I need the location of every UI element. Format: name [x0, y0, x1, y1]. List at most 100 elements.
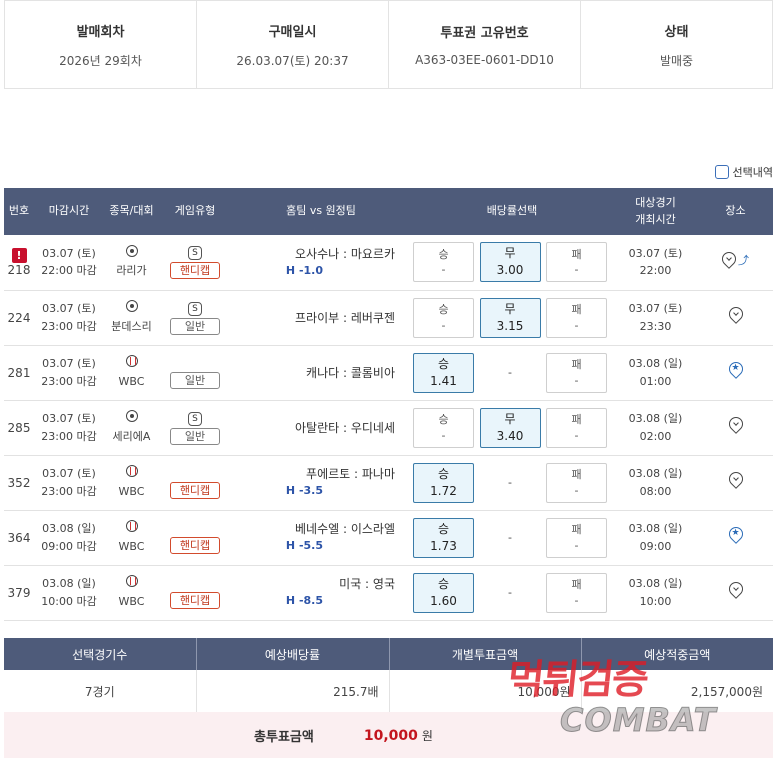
row-game-time: 03.08 (일) 10:00 — [613, 565, 698, 621]
odd-win-value: - — [441, 428, 446, 442]
odd-lose-label: 패 — [571, 468, 582, 482]
odd-draw-empty: - — [508, 586, 512, 599]
row-game-type: 핸디캡 — [159, 455, 231, 511]
trend-icon[interactable]: ⤴ — [738, 252, 749, 268]
odd-win-button[interactable]: 승 1.73 — [413, 517, 474, 558]
odd-win-button[interactable]: 승 - — [413, 242, 474, 283]
info-round-value: 2026년 29회차 — [59, 53, 142, 68]
odd-win-button[interactable]: 승 1.72 — [413, 462, 474, 503]
location-pin-icon[interactable] — [725, 304, 746, 325]
select-history-toggle[interactable]: 선택내역 — [714, 164, 773, 180]
row-close: 23:00 마감 — [41, 484, 97, 498]
total-stake-value: 10,000 — [363, 727, 418, 744]
row-game-time: 03.07 (토) 23:30 — [613, 290, 698, 346]
odd-draw-label: 무 — [504, 301, 516, 316]
odd-lose-value: - — [574, 318, 579, 332]
row-game-type: 핸디캡 — [159, 510, 231, 566]
odd-draw-button[interactable]: 무 3.15 — [479, 297, 541, 338]
location-pin-icon[interactable] — [719, 248, 739, 270]
odd-lose-button[interactable]: 패 - — [546, 572, 607, 613]
info-ticket-id-label: 투표권 고유번호 — [440, 26, 529, 41]
info-purchase-time: 구매일시 26.03.07(토) 20:37 — [197, 1, 389, 88]
odd-win-value: 1.60 — [430, 593, 457, 608]
col-no: 번호 — [4, 188, 34, 235]
special-badge: S — [188, 411, 202, 426]
info-status-label: 상태 — [664, 24, 689, 40]
row-number: 352 — [4, 455, 34, 511]
odd-win-value: 1.41 — [430, 373, 457, 388]
row-sport: WBC — [104, 510, 159, 566]
row-no: 224 — [7, 310, 31, 325]
odd-draw-value: 3.00 — [496, 263, 524, 278]
row-league: 분데스리 — [111, 319, 152, 333]
odd-lose-label: 패 — [571, 358, 582, 372]
warning-icon: ! — [11, 247, 27, 263]
row-date: 03.07 (토) — [42, 301, 96, 315]
odd-win-value: 1.73 — [430, 538, 457, 553]
row-game-time: 03.08 (일) 02:00 — [613, 400, 698, 456]
col-odds: 배당률선택 — [411, 188, 613, 235]
odd-draw-button[interactable]: 무 3.40 — [479, 407, 541, 448]
row-close: 23:00 마감 — [41, 374, 97, 388]
col-game-time: 대상경기 개최시간 — [613, 188, 698, 235]
row-teams: 프라이부 : 레버쿠젠 — [231, 290, 411, 346]
baseball-icon — [125, 574, 138, 587]
row-teams: 미국 : 영국 H -8.5 — [231, 565, 411, 621]
col-game-time-line1: 대상경기 — [635, 196, 676, 209]
row-number: 285 — [4, 400, 34, 456]
info-round: 발매회차 2026년 29회차 — [5, 1, 197, 88]
handicap-value: H -5.5 — [285, 539, 323, 553]
table-row: 379 03.08 (일) 10:00 마감 WBC 핸디캡 미국 : 영국 H … — [4, 565, 773, 621]
odd-lose-button[interactable]: 패 - — [546, 407, 607, 448]
odd-lose-button[interactable]: 패 - — [546, 352, 607, 393]
odd-lose-button[interactable]: 패 - — [546, 297, 607, 338]
game-date: 03.08 (일) — [628, 411, 683, 425]
starred-pin-icon[interactable]: ★ — [725, 359, 746, 380]
odd-win-button[interactable]: 승 - — [413, 407, 474, 448]
odd-draw-button[interactable]: 무 3.00 — [479, 242, 541, 283]
game-time: 01:00 — [639, 374, 672, 388]
row-league: 라리가 — [116, 264, 147, 278]
col-sport: 종목/대회 — [104, 188, 159, 235]
game-type-badge: 핸디캡 — [170, 592, 220, 609]
row-odds: 승 - 무 3.00 패 - — [411, 235, 613, 291]
odd-lose-button[interactable]: 패 - — [546, 462, 607, 503]
team-names: 베네수엘 : 이스라엘 — [295, 522, 395, 537]
team-names: 오사수나 : 마요르카 — [295, 247, 395, 261]
odd-win-button[interactable]: 승 1.60 — [413, 572, 474, 613]
team-names: 아탈란타 : 우디네세 — [295, 420, 395, 435]
odd-lose-value: - — [574, 483, 579, 497]
row-deadline: 03.07 (토) 23:00 마감 — [34, 400, 104, 456]
game-type-badge: 일반 — [170, 427, 220, 445]
select-history-checkbox[interactable] — [714, 165, 729, 179]
game-time: 10:00 — [639, 594, 672, 608]
row-date: 03.07 (토) — [42, 246, 96, 260]
odd-lose-button[interactable]: 패 - — [546, 517, 607, 558]
total-stake-unit: 원 — [421, 728, 433, 743]
odd-lose-button[interactable]: 패 - — [546, 242, 607, 283]
odd-draw-empty: - — [508, 476, 512, 489]
baseball-icon — [125, 464, 138, 477]
starred-pin-icon[interactable]: ★ — [725, 524, 746, 545]
odd-win-label: 승 — [437, 576, 450, 591]
summary-header-stake: 개별투표금액 — [389, 638, 582, 670]
baseball-icon — [125, 354, 138, 367]
location-pin-icon[interactable] — [725, 469, 746, 490]
odd-lose-value: - — [574, 538, 579, 552]
game-time: 02:00 — [639, 429, 672, 443]
game-date: 03.08 (일) — [628, 521, 683, 535]
row-sport: WBC — [104, 455, 159, 511]
game-date: 03.08 (일) — [628, 466, 683, 480]
row-number: 364 — [4, 510, 34, 566]
location-pin-icon[interactable] — [725, 414, 746, 435]
location-pin-icon[interactable] — [725, 579, 746, 600]
row-place: ★ — [698, 510, 773, 566]
row-league: WBC — [118, 374, 145, 388]
select-history-label: 선택내역 — [732, 166, 773, 179]
row-teams: 캐나다 : 콜롬비아 — [231, 345, 411, 401]
team-names: 프라이부 : 레버쿠젠 — [295, 310, 395, 325]
info-ticket-id-value: A363-03EE-0601-DD10 — [415, 53, 554, 67]
odd-win-button[interactable]: 승 - — [413, 297, 474, 338]
col-place: 장소 — [698, 188, 773, 235]
odd-win-button[interactable]: 승 1.41 — [413, 352, 474, 393]
